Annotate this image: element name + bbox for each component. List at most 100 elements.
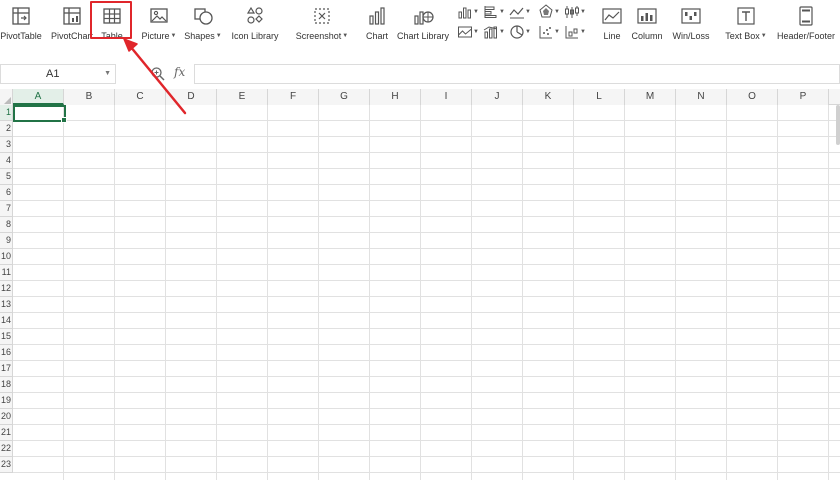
name-box[interactable]: A1 ▼ xyxy=(0,64,116,84)
screenshot-dropdown-caret-icon[interactable]: ▼ xyxy=(342,33,348,39)
row-header-7[interactable]: 7 xyxy=(0,201,13,217)
row-header-18[interactable]: 18 xyxy=(0,377,13,393)
column-header-j[interactable]: J xyxy=(472,89,523,105)
row-header-10[interactable]: 10 xyxy=(0,249,13,265)
stock-chart-dropdown[interactable]: ▼ xyxy=(564,4,586,20)
row-header-9[interactable]: 9 xyxy=(0,233,13,249)
row-header-23[interactable]: 23 xyxy=(0,457,13,473)
fill-handle[interactable] xyxy=(61,117,67,123)
screenshot-button[interactable]: Screenshot▼ xyxy=(294,0,350,44)
row-header-21[interactable]: 21 xyxy=(0,425,13,441)
text-box-dropdown-caret-icon[interactable]: ▼ xyxy=(761,33,767,39)
row-header-14[interactable]: 14 xyxy=(0,313,13,329)
row-header-3[interactable]: 3 xyxy=(0,137,13,153)
bar-chart-caret-icon: ▼ xyxy=(499,9,505,15)
chart-label: Chart xyxy=(365,31,388,41)
zoom-formula-icon[interactable] xyxy=(150,66,166,82)
bar-chart-dropdown[interactable]: ▼ xyxy=(483,4,505,20)
column-header-f[interactable]: F xyxy=(268,89,319,105)
row-header-13[interactable]: 13 xyxy=(0,297,13,313)
column-header-b[interactable]: B xyxy=(64,89,115,105)
column-header-d[interactable]: D xyxy=(166,89,217,105)
column-header-m[interactable]: M xyxy=(625,89,676,105)
active-cell-a1[interactable] xyxy=(13,105,67,123)
vertical-scrollbar-thumb[interactable] xyxy=(836,105,840,145)
column-header-h[interactable]: H xyxy=(370,89,421,105)
combo-chart-caret-icon: ▼ xyxy=(499,29,505,35)
row-header-4[interactable]: 4 xyxy=(0,153,13,169)
column-chart-dropdown[interactable]: ▼ xyxy=(457,4,479,20)
formula-bar: A1 ▼ fx xyxy=(0,62,840,86)
line-chart-dropdown[interactable]: ▼ xyxy=(509,4,531,20)
combo-chart-icon xyxy=(483,26,498,39)
pie-chart-caret-icon: ▼ xyxy=(525,29,531,35)
chart-button[interactable]: Chart xyxy=(362,0,392,44)
column-header-n[interactable]: N xyxy=(676,89,727,105)
text-box-button[interactable]: Text Box▼ xyxy=(724,0,768,44)
scatter-chart-icon xyxy=(539,26,552,39)
row-header-15[interactable]: 15 xyxy=(0,329,13,345)
insert-function-button[interactable]: fx xyxy=(174,65,185,79)
column-header-c[interactable]: C xyxy=(115,89,166,105)
area-chart-dropdown[interactable]: ▼ xyxy=(457,24,479,40)
picture-dropdown-caret-icon[interactable]: ▼ xyxy=(171,33,177,39)
picture-icon xyxy=(150,8,168,23)
cell-area[interactable] xyxy=(13,105,840,480)
column-header-l[interactable]: L xyxy=(574,89,625,105)
row-header-5[interactable]: 5 xyxy=(0,169,13,185)
pie-chart-dropdown[interactable]: ▼ xyxy=(509,24,531,40)
radar-chart-caret-icon: ▼ xyxy=(554,9,560,15)
pivottable-label: PivotTable xyxy=(0,31,42,41)
row-header-16[interactable]: 16 xyxy=(0,345,13,361)
pivotchart-icon xyxy=(63,7,81,25)
combo-chart-dropdown[interactable]: ▼ xyxy=(483,24,505,40)
stock-chart-caret-icon: ▼ xyxy=(580,9,586,15)
text-box-label: Text Box▼ xyxy=(725,31,767,41)
chart-library-button[interactable]: Chart Library xyxy=(395,0,451,44)
sparkline-winloss-icon xyxy=(681,8,701,24)
sparkline-line-button[interactable]: Line xyxy=(598,0,626,44)
row-header-12[interactable]: 12 xyxy=(0,281,13,297)
stock-chart-icon xyxy=(565,6,579,18)
icon-library-button[interactable]: Icon Library xyxy=(228,0,282,44)
sparkline-winloss-button[interactable]: Win/Loss xyxy=(670,0,712,44)
picture-button[interactable]: Picture▼ xyxy=(138,0,180,44)
column-header-a[interactable]: A xyxy=(13,89,64,105)
column-header-g[interactable]: G xyxy=(319,89,370,105)
other-chart-dropdown[interactable]: ▼ xyxy=(564,24,586,40)
header-footer-icon xyxy=(799,6,813,26)
icon-library-label: Icon Library xyxy=(231,31,279,41)
sparkline-line-label: Line xyxy=(603,31,621,41)
column-chart-caret-icon: ▼ xyxy=(473,9,479,15)
row-header-11[interactable]: 11 xyxy=(0,265,13,281)
chart-library-icon xyxy=(414,11,434,25)
pivotchart-button[interactable]: PivotChart xyxy=(50,0,94,44)
formula-input[interactable] xyxy=(194,64,840,84)
shapes-label: Shapes▼ xyxy=(184,31,222,41)
pivotchart-label: PivotChart xyxy=(50,31,94,41)
radar-chart-dropdown[interactable]: ▼ xyxy=(538,4,560,20)
select-all-corner[interactable] xyxy=(0,89,13,105)
row-header-1[interactable]: 1 xyxy=(0,105,13,121)
row-header-8[interactable]: 8 xyxy=(0,217,13,233)
shapes-button[interactable]: Shapes▼ xyxy=(182,0,224,44)
shapes-dropdown-caret-icon[interactable]: ▼ xyxy=(216,33,222,39)
header-footer-button[interactable]: Header/Footer xyxy=(774,0,838,44)
sparkline-column-button[interactable]: Column xyxy=(630,0,664,44)
row-header-17[interactable]: 17 xyxy=(0,361,13,377)
sparkline-column-icon xyxy=(637,8,657,24)
row-header-20[interactable]: 20 xyxy=(0,409,13,425)
row-header-19[interactable]: 19 xyxy=(0,393,13,409)
row-header-2[interactable]: 2 xyxy=(0,121,13,137)
other-chart-icon xyxy=(565,26,578,39)
column-header-k[interactable]: K xyxy=(523,89,574,105)
row-header-6[interactable]: 6 xyxy=(0,185,13,201)
column-header-i[interactable]: I xyxy=(421,89,472,105)
pivottable-button[interactable]: PivotTable xyxy=(0,0,42,44)
column-header-o[interactable]: O xyxy=(727,89,778,105)
row-header-22[interactable]: 22 xyxy=(0,441,13,457)
column-header-e[interactable]: E xyxy=(217,89,268,105)
scatter-chart-dropdown[interactable]: ▼ xyxy=(538,24,560,40)
name-box-dropdown-icon[interactable]: ▼ xyxy=(104,65,111,83)
column-header-p[interactable]: P xyxy=(778,89,829,105)
